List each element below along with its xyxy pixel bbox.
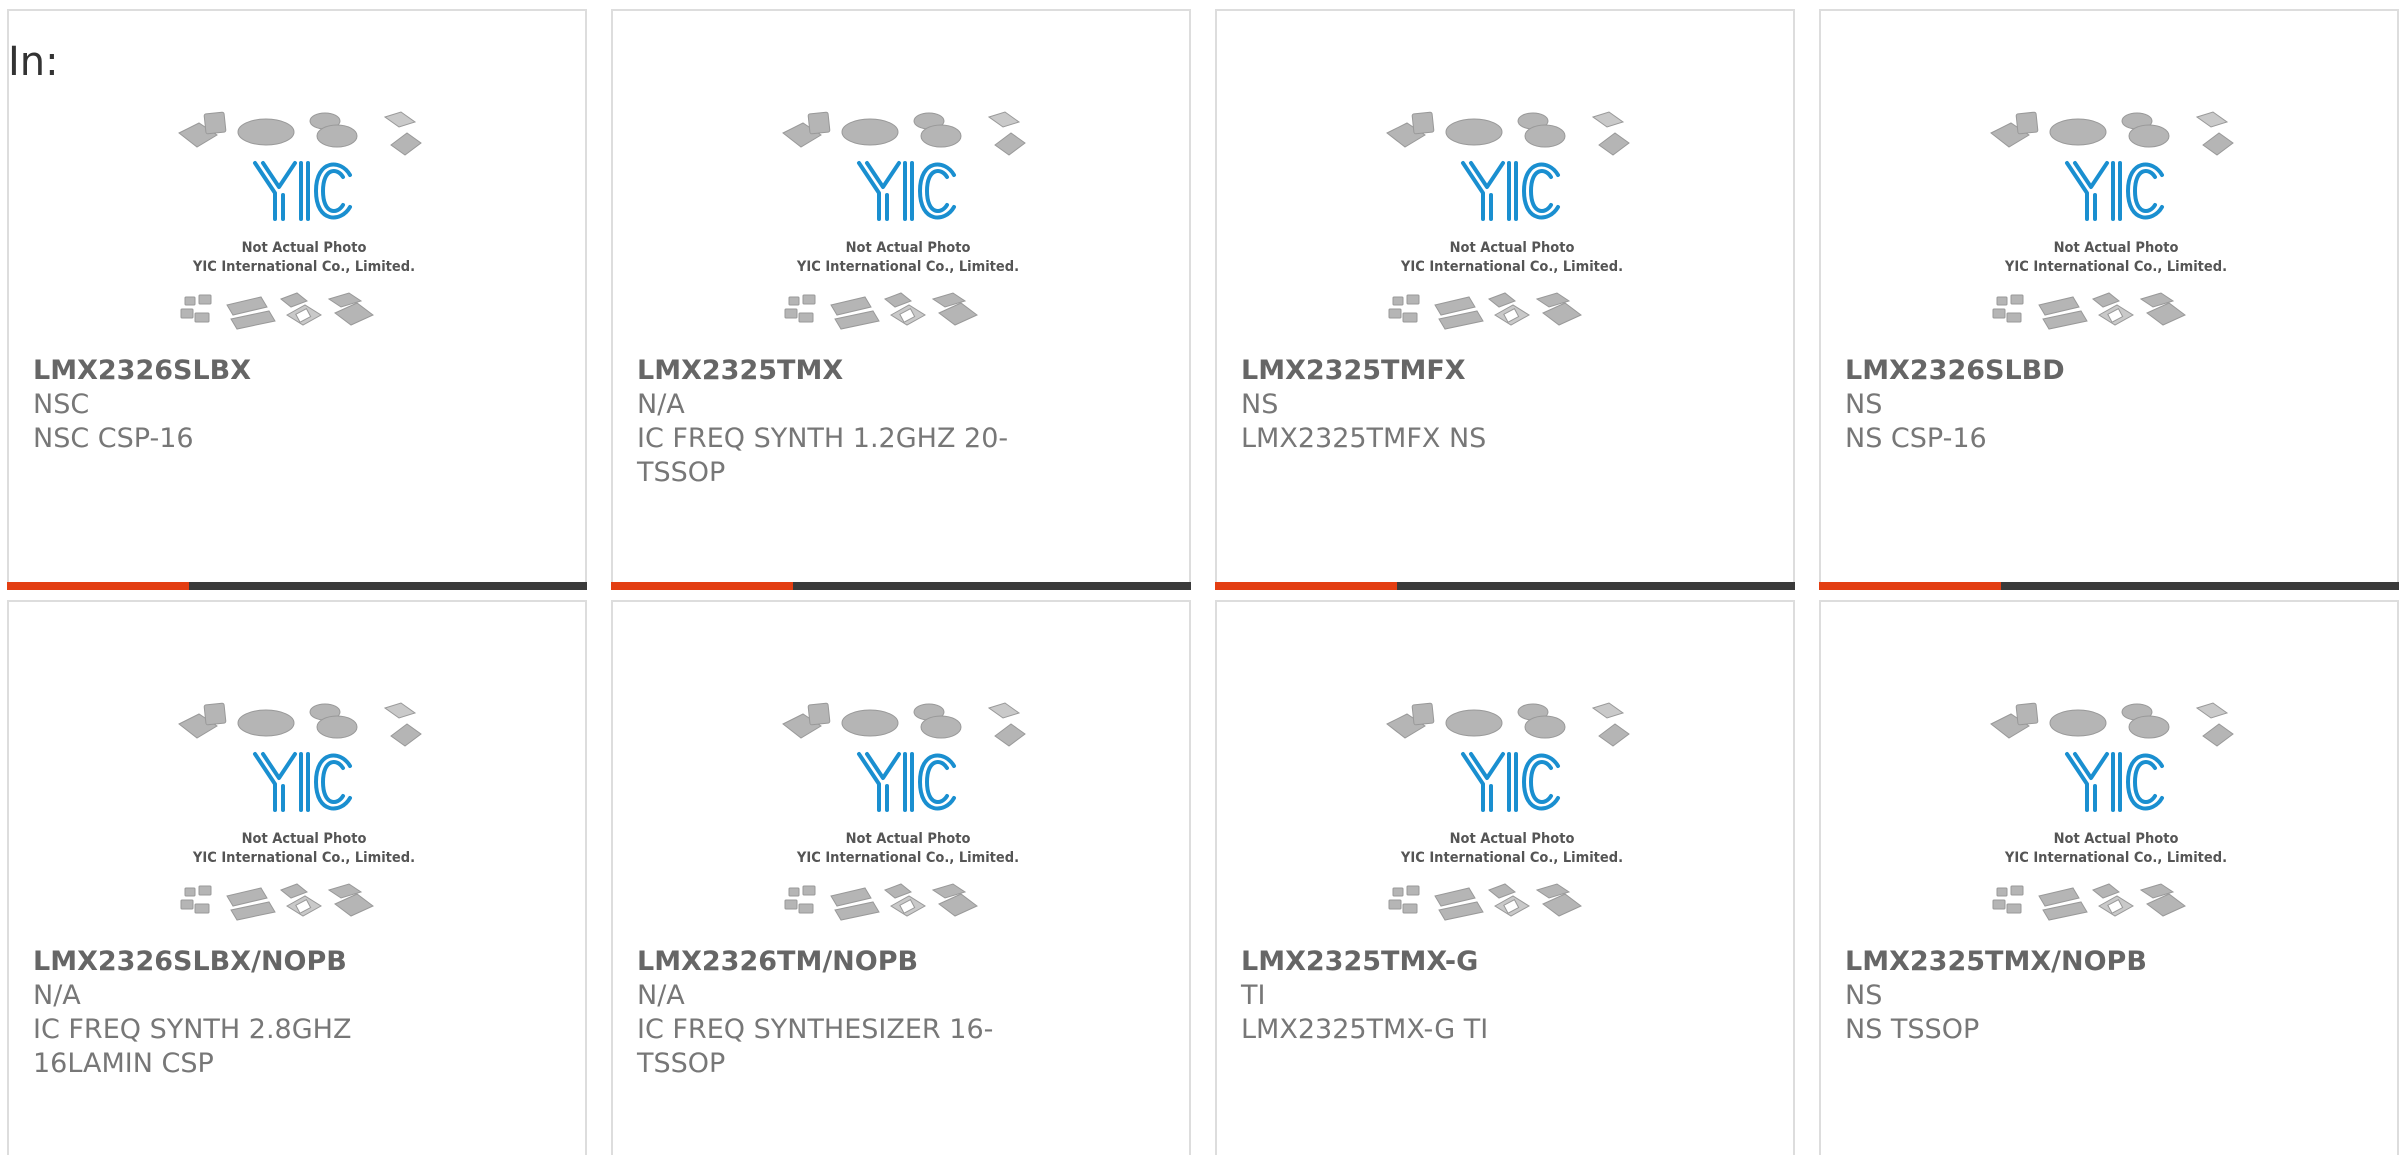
product-photo-placeholder: Not Actual Photo YIC International Co., … <box>169 692 439 942</box>
svg-text:YIC International Co., Limited: YIC International Co., Limited. <box>2004 259 2227 275</box>
part-number-link[interactable]: LMX2326SLBX/NOPB <box>33 945 463 979</box>
results-page: In: Not Actual Photo YIC International C… <box>0 0 2400 1155</box>
card-bottom-bar <box>611 582 1191 590</box>
manufacturer: NS <box>1845 980 1883 1011</box>
manufacturer: NSC <box>33 389 90 420</box>
part-number-link[interactable]: LMX2326TM/NOPB <box>637 945 1067 979</box>
manufacturer: TI <box>1241 980 1266 1011</box>
product-card[interactable]: Not Actual Photo YIC International Co., … <box>1819 600 2399 1155</box>
card-bar-accent <box>1215 582 1397 590</box>
product-photo-placeholder: Not Actual Photo YIC International Co., … <box>1981 692 2251 942</box>
product-description: LMX2325TMX-G TI <box>1241 1014 1489 1045</box>
svg-text:YIC International Co., Limited: YIC International Co., Limited. <box>192 259 415 275</box>
svg-text:Not Actual Photo: Not Actual Photo <box>2054 831 2179 847</box>
filter-label: In: <box>8 39 59 85</box>
manufacturer: N/A <box>637 980 685 1011</box>
card-bar-accent <box>7 582 189 590</box>
svg-text:YIC International Co., Limited: YIC International Co., Limited. <box>2004 850 2227 866</box>
svg-text:Not Actual Photo: Not Actual Photo <box>1450 240 1575 256</box>
svg-text:Not Actual Photo: Not Actual Photo <box>846 831 971 847</box>
product-description: NS CSP-16 <box>1845 423 1987 454</box>
not-actual-photo-image: Not Actual Photo YIC International Co., … <box>782 111 1026 330</box>
product-card[interactable]: Not Actual Photo YIC International Co., … <box>611 600 1191 1155</box>
not-actual-photo-image: Not Actual Photo YIC International Co., … <box>178 702 422 921</box>
not-actual-photo-image: Not Actual Photo YIC International Co., … <box>1990 702 2234 921</box>
product-card[interactable]: Not Actual Photo YIC International Co., … <box>7 600 587 1155</box>
manufacturer: NS <box>1845 389 1883 420</box>
not-actual-photo-image: Not Actual Photo YIC International Co., … <box>1386 702 1630 921</box>
product-info: LMX2325TMX-G TI LMX2325TMX-G TI <box>1241 945 1671 1047</box>
product-photo-placeholder: Not Actual Photo YIC International Co., … <box>169 101 439 351</box>
product-description: IC FREQ SYNTH 2.8GHZ 16LAMIN CSP <box>33 1014 352 1079</box>
svg-text:YIC International Co., Limited: YIC International Co., Limited. <box>1400 259 1623 275</box>
product-description: IC FREQ SYNTHESIZER 16-TSSOP <box>637 1014 994 1079</box>
not-actual-photo-image: Not Actual Photo YIC International Co., … <box>1990 111 2234 330</box>
not-actual-photo-image: Not Actual Photo YIC International Co., … <box>782 702 1026 921</box>
manufacturer: N/A <box>33 980 81 1011</box>
svg-text:Not Actual Photo: Not Actual Photo <box>2054 240 2179 256</box>
part-number-link[interactable]: LMX2325TMFX <box>1241 354 1671 388</box>
svg-text:YIC International Co., Limited: YIC International Co., Limited. <box>796 850 1019 866</box>
part-number-link[interactable]: LMX2326SLBX <box>33 354 463 388</box>
product-grid: Not Actual Photo YIC International Co., … <box>7 9 2399 1155</box>
part-number-link[interactable]: LMX2325TMX/NOPB <box>1845 945 2275 979</box>
product-info: LMX2325TMX/NOPB NS NS TSSOP <box>1845 945 2275 1047</box>
product-card[interactable]: Not Actual Photo YIC International Co., … <box>1215 600 1795 1155</box>
svg-text:YIC International Co., Limited: YIC International Co., Limited. <box>192 850 415 866</box>
svg-text:YIC International Co., Limited: YIC International Co., Limited. <box>796 259 1019 275</box>
product-info: LMX2325TMX N/A IC FREQ SYNTH 1.2GHZ 20-T… <box>637 354 1067 490</box>
product-info: LMX2326SLBX/NOPB N/A IC FREQ SYNTH 2.8GH… <box>33 945 463 1081</box>
not-actual-photo-image: Not Actual Photo YIC International Co., … <box>1386 111 1630 330</box>
card-bar-accent <box>1819 582 2001 590</box>
product-info: LMX2326SLBX NSC NSC CSP-16 <box>33 354 463 456</box>
product-description: LMX2325TMFX NS <box>1241 423 1487 454</box>
product-photo-placeholder: Not Actual Photo YIC International Co., … <box>773 692 1043 942</box>
product-photo-placeholder: Not Actual Photo YIC International Co., … <box>1981 101 2251 351</box>
not-actual-photo-image: Not Actual Photo YIC International Co., … <box>178 111 422 330</box>
manufacturer: N/A <box>637 389 685 420</box>
card-bar-accent <box>611 582 793 590</box>
product-description: NSC CSP-16 <box>33 423 194 454</box>
product-info: LMX2325TMFX NS LMX2325TMFX NS <box>1241 354 1671 456</box>
product-photo-placeholder: Not Actual Photo YIC International Co., … <box>1377 101 1647 351</box>
svg-text:YIC International Co., Limited: YIC International Co., Limited. <box>1400 850 1623 866</box>
product-card[interactable]: Not Actual Photo YIC International Co., … <box>1819 9 2399 590</box>
card-bottom-bar <box>1215 582 1795 590</box>
svg-text:Not Actual Photo: Not Actual Photo <box>242 831 367 847</box>
part-number-link[interactable]: LMX2325TMX <box>637 354 1067 388</box>
part-number-link[interactable]: LMX2326SLBD <box>1845 354 2275 388</box>
product-description: IC FREQ SYNTH 1.2GHZ 20-TSSOP <box>637 423 1009 488</box>
product-photo-placeholder: Not Actual Photo YIC International Co., … <box>773 101 1043 351</box>
card-bottom-bar <box>1819 582 2399 590</box>
svg-text:Not Actual Photo: Not Actual Photo <box>242 240 367 256</box>
product-info: LMX2326SLBD NS NS CSP-16 <box>1845 354 2275 456</box>
product-info: LMX2326TM/NOPB N/A IC FREQ SYNTHESIZER 1… <box>637 945 1067 1081</box>
svg-text:Not Actual Photo: Not Actual Photo <box>1450 831 1575 847</box>
product-card[interactable]: Not Actual Photo YIC International Co., … <box>611 9 1191 590</box>
svg-text:Not Actual Photo: Not Actual Photo <box>846 240 971 256</box>
product-description: NS TSSOP <box>1845 1014 1980 1045</box>
product-photo-placeholder: Not Actual Photo YIC International Co., … <box>1377 692 1647 942</box>
product-card[interactable]: Not Actual Photo YIC International Co., … <box>1215 9 1795 590</box>
product-card[interactable]: Not Actual Photo YIC International Co., … <box>7 9 587 590</box>
manufacturer: NS <box>1241 389 1279 420</box>
card-bottom-bar <box>7 582 587 590</box>
part-number-link[interactable]: LMX2325TMX-G <box>1241 945 1671 979</box>
